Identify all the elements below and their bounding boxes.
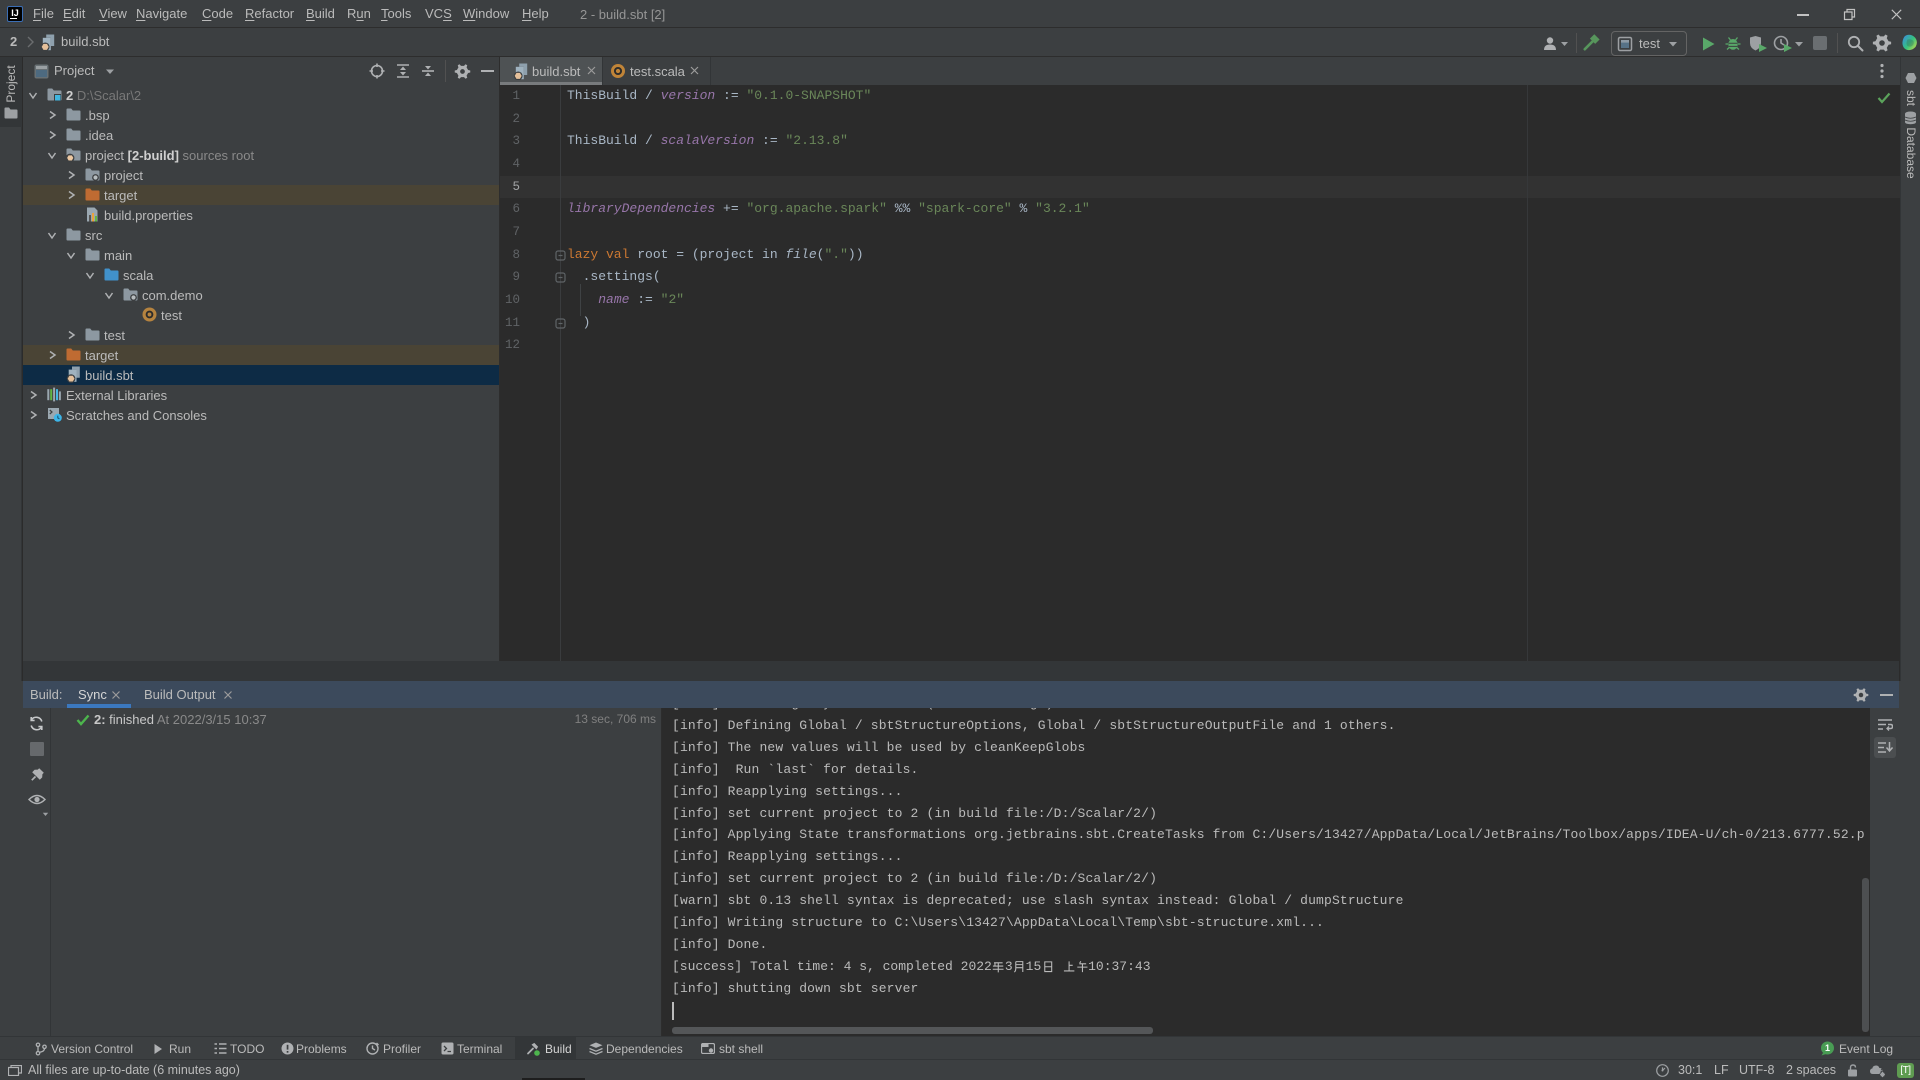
svg-text:1: 1 <box>1825 1043 1830 1053</box>
